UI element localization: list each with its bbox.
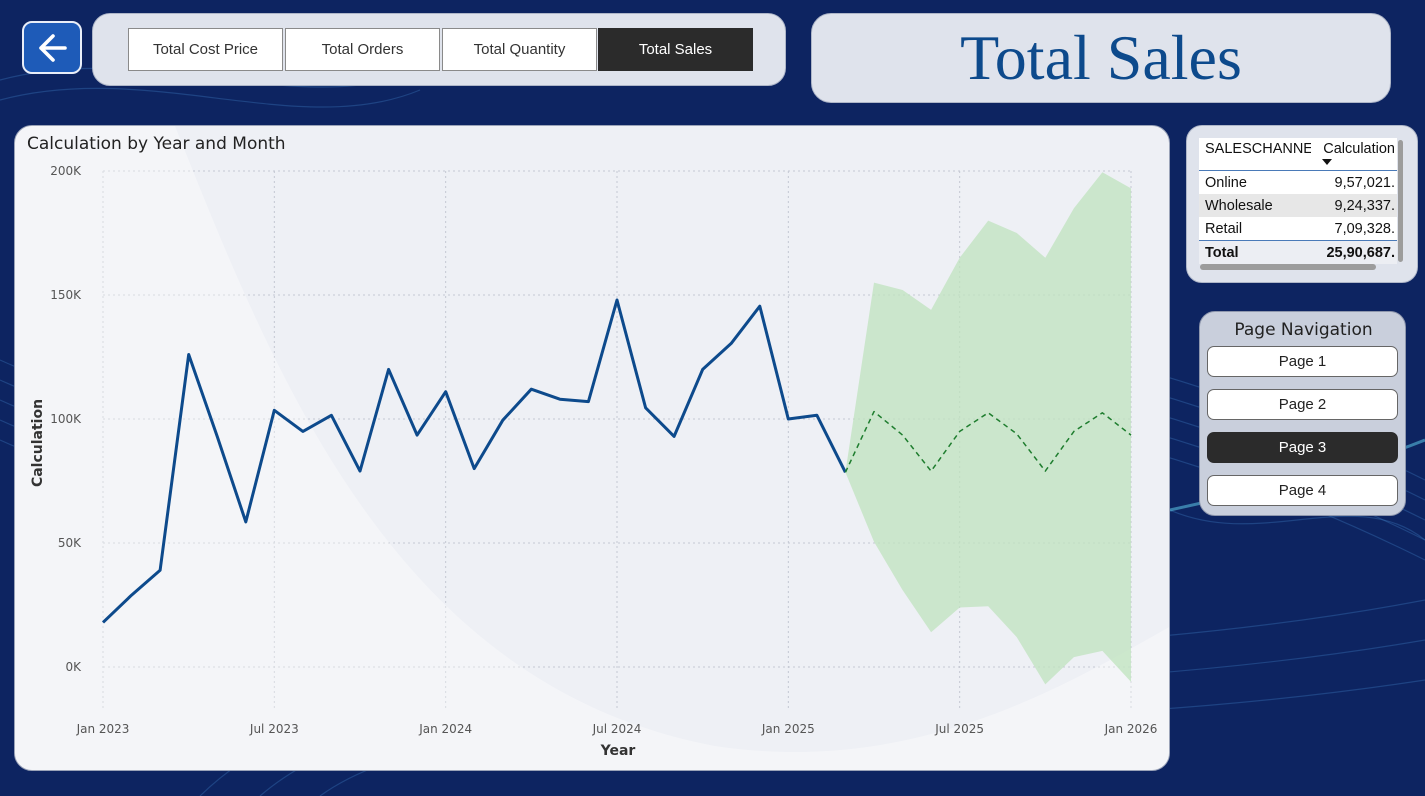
cell-value: 9,57,021.	[1334, 174, 1395, 191]
nav-page-3-button[interactable]: Page 3	[1207, 432, 1398, 463]
table-total-row: Total 25,90,687.	[1199, 240, 1397, 264]
y-tick-label: 150K	[50, 288, 82, 302]
chart-title: Calculation by Year and Month	[27, 134, 286, 154]
table-row[interactable]: Wholesale 9,24,337.	[1199, 194, 1397, 217]
tab-total-orders[interactable]: Total Orders	[285, 28, 440, 71]
x-tick-label: Jan 2023	[76, 722, 130, 736]
y-axis-title: Calculation	[30, 399, 46, 487]
page-title: Total Sales	[960, 22, 1242, 93]
cell-value: 7,09,328.	[1334, 220, 1395, 237]
nav-page-1-button[interactable]: Page 1	[1207, 346, 1398, 377]
tab-label: Total Quantity	[473, 41, 566, 58]
page-navigation-card: Page Navigation Page 1 Page 2 Page 3 Pag…	[1199, 311, 1406, 516]
tab-label: Total Cost Price	[152, 41, 259, 58]
tab-label: Total Sales	[638, 41, 713, 58]
table-row[interactable]: Retail 7,09,328.	[1199, 217, 1397, 240]
column-header-calculation[interactable]: Calculation	[1311, 138, 1397, 170]
cell-channel: Online	[1205, 174, 1247, 191]
vertical-scrollbar[interactable]	[1398, 140, 1403, 262]
column-header-saleschannel[interactable]: SALESCHANNEL	[1199, 138, 1311, 170]
nav-button-label: Page 1	[1278, 353, 1327, 370]
x-tick-label: Jul 2025	[934, 722, 984, 736]
y-tick-label: 100K	[50, 412, 82, 426]
page-title-card: Total Sales	[811, 13, 1391, 103]
cell-total-value: 25,90,687.	[1326, 244, 1395, 261]
line-chart-card: 0K 50K 100K 150K 200K Jan 2023 Jul 2023 Jan 202…	[14, 125, 1170, 771]
nav-button-label: Page 2	[1278, 396, 1327, 413]
cell-value: 9,24,337.	[1334, 197, 1395, 214]
y-tick-label: 50K	[58, 536, 82, 550]
y-tick-label: 200K	[50, 164, 82, 178]
arrow-left-icon	[39, 33, 67, 62]
page-navigation-title: Page Navigation	[1234, 320, 1373, 340]
horizontal-scrollbar[interactable]	[1200, 264, 1376, 270]
tab-total-quantity[interactable]: Total Quantity	[442, 28, 597, 71]
tab-total-cost-price[interactable]: Total Cost Price	[128, 28, 283, 71]
forecast-confidence-band	[845, 172, 1131, 685]
cell-channel: Wholesale	[1205, 197, 1273, 214]
nav-button-label: Page 3	[1278, 439, 1327, 456]
x-tick-label: Jul 2023	[249, 722, 299, 736]
sales-channel-table: SALESCHANNEL Calculation Online 9,57,021…	[1199, 138, 1397, 264]
y-tick-label: 0K	[65, 660, 82, 674]
nav-button-label: Page 4	[1278, 482, 1327, 499]
cell-total-label: Total	[1205, 244, 1239, 261]
table-header: SALESCHANNEL Calculation	[1199, 138, 1397, 171]
x-axis-title: Year	[600, 743, 636, 759]
table-row[interactable]: Online 9,57,021.	[1199, 171, 1397, 194]
x-tick-label: Jan 2026	[1104, 722, 1158, 736]
x-tick-label: Jul 2024	[592, 722, 642, 736]
line-chart[interactable]: 0K 50K 100K 150K 200K Jan 2023 Jul 2023 Jan 202…	[15, 126, 1170, 771]
sort-descending-icon	[1322, 159, 1332, 165]
x-tick-label: Jan 2025	[761, 722, 815, 736]
back-button[interactable]	[22, 21, 82, 74]
nav-page-2-button[interactable]: Page 2	[1207, 389, 1398, 420]
x-tick-label: Jan 2024	[418, 722, 472, 736]
cell-channel: Retail	[1205, 220, 1243, 237]
tab-total-sales[interactable]: Total Sales	[598, 28, 753, 71]
measure-tab-bar: Total Cost Price Total Orders Total Quan…	[92, 13, 786, 86]
nav-page-4-button[interactable]: Page 4	[1207, 475, 1398, 506]
tab-label: Total Orders	[321, 41, 404, 58]
sales-channel-table-card: SALESCHANNEL Calculation Online 9,57,021…	[1186, 125, 1418, 283]
